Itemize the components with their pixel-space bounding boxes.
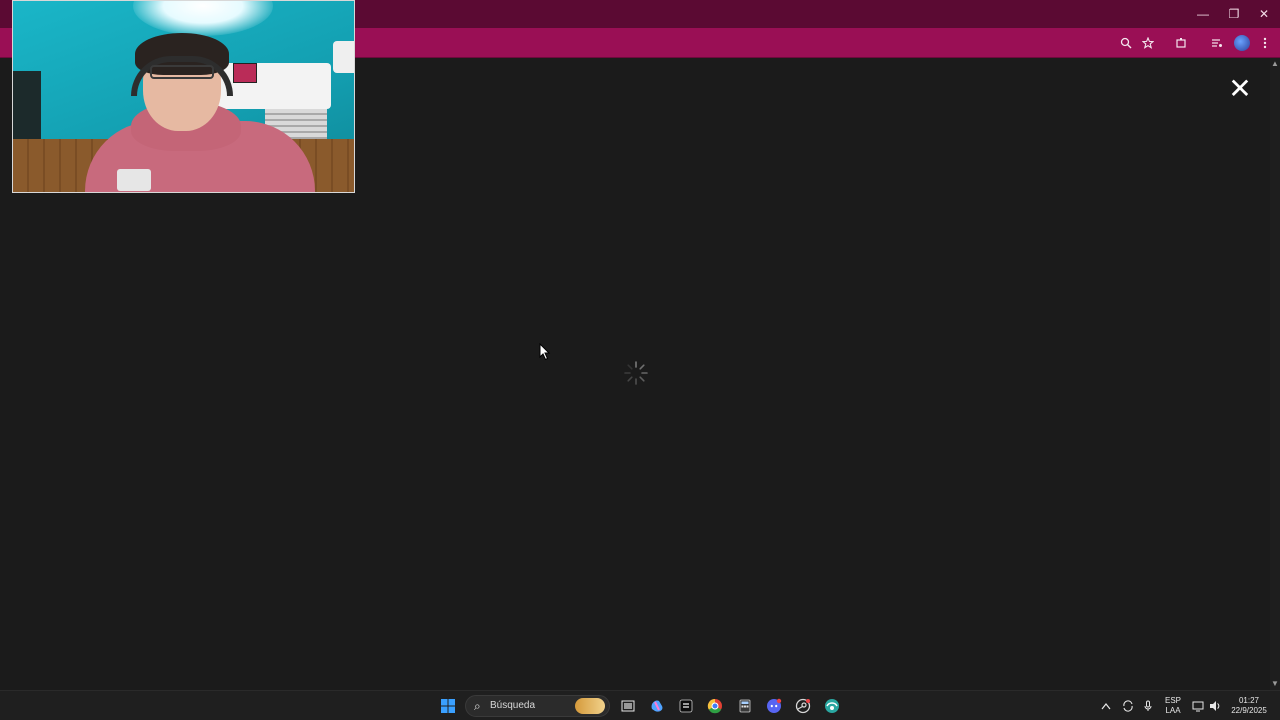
- close-icon: ✕: [1228, 73, 1252, 104]
- maximize-button[interactable]: ❐: [1219, 0, 1249, 28]
- taskbar-search[interactable]: ⌕ Búsqueda: [465, 695, 610, 717]
- bookmark-star-icon[interactable]: [1139, 34, 1157, 52]
- search-placeholder: Búsqueda: [490, 700, 536, 711]
- input-language-bottom[interactable]: LAA: [1162, 706, 1184, 715]
- profile-avatar[interactable]: [1234, 35, 1250, 51]
- microphone-icon[interactable]: [1138, 696, 1158, 716]
- search-icon: ⌕: [474, 699, 481, 713]
- extensions-icon[interactable]: [1172, 34, 1190, 52]
- start-button[interactable]: [438, 696, 458, 716]
- close-icon: ✕: [1258, 7, 1270, 21]
- clock-time[interactable]: 01:27: [1226, 696, 1272, 705]
- loading-spinner-icon: [623, 360, 649, 386]
- minimize-icon: —: [1197, 7, 1209, 21]
- input-language-top[interactable]: ESP: [1162, 696, 1184, 705]
- menu-kebab-icon[interactable]: [1256, 34, 1274, 52]
- clock-date[interactable]: 22/9/2025: [1226, 706, 1272, 715]
- overlay-close-button[interactable]: ✕: [1228, 75, 1252, 103]
- media-controls-icon[interactable]: [1208, 34, 1226, 52]
- wall-poster: [233, 63, 257, 83]
- scroll-up-icon[interactable]: ▲: [1271, 60, 1279, 68]
- page-scrollbar[interactable]: [1270, 58, 1280, 690]
- webcam-overlay: [12, 0, 355, 193]
- air-conditioner-side: [333, 41, 354, 73]
- search-highlight-icon: [575, 698, 605, 714]
- volume-icon[interactable]: [1205, 696, 1225, 716]
- copilot-icon[interactable]: [647, 696, 667, 716]
- browser-app-icon[interactable]: [822, 696, 842, 716]
- sync-icon[interactable]: [1118, 696, 1138, 716]
- discord-icon[interactable]: [764, 696, 784, 716]
- scroll-down-icon[interactable]: ▼: [1271, 680, 1279, 688]
- windows-taskbar: ⌕ Búsqueda ESP LAA 01:27 22/9/2025: [0, 690, 1280, 720]
- hoodie-print: [117, 169, 151, 191]
- close-window-button[interactable]: ✕: [1249, 0, 1279, 28]
- calculator-icon[interactable]: [735, 696, 755, 716]
- steam-like-icon[interactable]: [793, 696, 813, 716]
- app-black-icon[interactable]: [676, 696, 696, 716]
- chrome-icon[interactable]: [705, 696, 725, 716]
- mouse-cursor-icon: [539, 342, 551, 361]
- zoom-icon[interactable]: [1117, 34, 1135, 52]
- task-view-icon[interactable]: [618, 696, 638, 716]
- restore-icon: ❐: [1228, 7, 1240, 21]
- person-glasses: [150, 65, 214, 79]
- tray-chevron-up-icon[interactable]: [1096, 696, 1116, 716]
- minimize-button[interactable]: —: [1188, 0, 1218, 28]
